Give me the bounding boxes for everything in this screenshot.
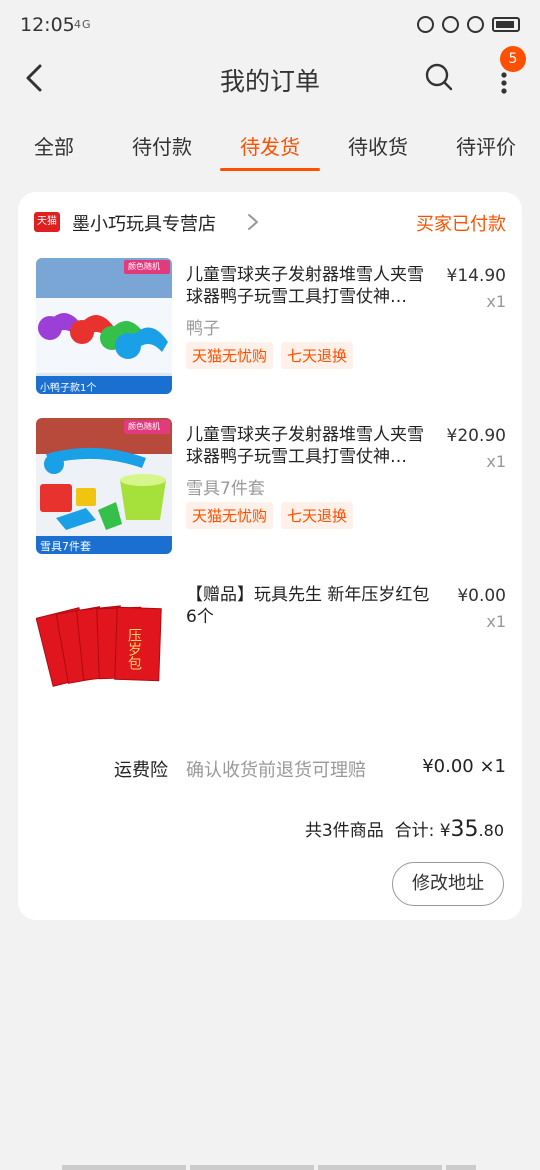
modify-address-button[interactable]: 修改地址 xyxy=(392,862,504,906)
status-bar: 12:05 4G xyxy=(0,0,540,50)
home-indicator xyxy=(190,1165,314,1170)
product-thumbnail[interactable]: 颜色随机 小鸭子款1个 xyxy=(36,258,172,394)
thumb-corner-label: 颜色随机 xyxy=(128,422,160,431)
shop-name[interactable]: 墨小巧玩具专营店 xyxy=(72,210,216,236)
service-tags: 天猫无忧购 七天退换 xyxy=(186,502,354,529)
order-total: 共3件商品 合计: ¥35.80 xyxy=(305,816,504,842)
tab-pending-payment[interactable]: 待付款 xyxy=(108,115,216,173)
order-tabs: 全部 待付款 待发货 待收货 待评价 xyxy=(0,115,540,173)
item-count: 共3件商品 xyxy=(304,821,384,841)
shop-header[interactable]: 天猫 墨小巧玩具专营店 买家已付款 xyxy=(34,210,506,238)
notification-icon xyxy=(417,16,434,33)
home-indicator xyxy=(446,1165,476,1170)
service-tag: 七天退换 xyxy=(281,342,354,369)
order-card[interactable]: 天猫 墨小巧玩具专营店 买家已付款 颜色随机 小鸭子款1个 儿童雪球夹子发射器堆… xyxy=(18,192,522,920)
product-price: ¥14.90 xyxy=(446,266,506,286)
battery-icon xyxy=(492,17,520,32)
total-decimal: .80 xyxy=(478,821,504,840)
product-thumbnail[interactable]: 颜色随机 雪具7件套 xyxy=(36,418,172,554)
insurance-label: 运费险 xyxy=(114,760,168,781)
order-item[interactable]: 颜色随机 小鸭子款1个 儿童雪球夹子发射器堆雪人夹雪球器鸭子玩雪工具打雪仗神… … xyxy=(36,258,506,394)
tmall-badge-icon: 天猫 xyxy=(34,212,60,232)
home-indicator xyxy=(62,1165,186,1170)
total-label: 合计: xyxy=(394,821,435,841)
service-tag: 天猫无忧购 xyxy=(186,502,274,529)
shipping-insurance-row: 运费险 确认收货前退货可理赔 ¥0.00 ×1 xyxy=(36,756,506,784)
thumb-caption: 压岁包 xyxy=(126,628,142,670)
service-tag: 七天退换 xyxy=(281,502,354,529)
signal-indicator: 4G xyxy=(74,18,92,31)
status-icons xyxy=(417,16,520,33)
thumb-caption: 小鸭子款1个 xyxy=(40,383,97,394)
service-tag: 天猫无忧购 xyxy=(186,342,274,369)
thumb-corner-label: 颜色随机 xyxy=(128,262,160,271)
product-title[interactable]: 儿童雪球夹子发射器堆雪人夹雪球器鸭子玩雪工具打雪仗神… xyxy=(186,264,432,308)
product-sku: 雪具7件套 xyxy=(186,479,265,499)
page-title: 我的订单 xyxy=(219,67,320,96)
search-icon[interactable] xyxy=(424,62,454,92)
product-quantity: x1 xyxy=(486,292,506,311)
lock-icon xyxy=(442,16,459,33)
total-integer: 35 xyxy=(450,817,479,842)
home-indicator xyxy=(318,1165,442,1170)
status-time: 12:05 xyxy=(20,14,75,36)
order-status: 买家已付款 xyxy=(416,214,506,235)
product-title[interactable]: 【赠品】玩具先生 新年压岁红包6个 xyxy=(186,584,432,628)
product-title[interactable]: 儿童雪球夹子发射器堆雪人夹雪球器鸭子玩雪工具打雪仗神… xyxy=(186,424,432,468)
tab-pending-shipment[interactable]: 待发货 xyxy=(216,115,324,173)
product-thumbnail[interactable]: 压岁包 xyxy=(36,578,172,714)
order-item[interactable]: 压岁包 【赠品】玩具先生 新年压岁红包6个 ¥0.00 x1 xyxy=(36,578,506,714)
thumb-caption: 雪具7件套 xyxy=(40,540,91,553)
notification-badge: 5 xyxy=(500,46,526,72)
total-currency: ¥ xyxy=(439,821,451,841)
tab-pending-receipt[interactable]: 待收货 xyxy=(324,115,432,173)
order-item[interactable]: 颜色随机 雪具7件套 儿童雪球夹子发射器堆雪人夹雪球器鸭子玩雪工具打雪仗神… 雪… xyxy=(36,418,506,554)
service-tags: 天猫无忧购 七天退换 xyxy=(186,342,354,369)
insurance-value: ¥0.00 ×1 xyxy=(422,756,506,777)
product-quantity: x1 xyxy=(486,612,506,631)
nav-header: 我的订单 5 xyxy=(0,46,540,110)
insurance-description: 确认收货前退货可理赔 xyxy=(186,760,366,781)
product-price: ¥0.00 xyxy=(457,586,506,606)
tab-all[interactable]: 全部 xyxy=(0,115,108,173)
product-quantity: x1 xyxy=(486,452,506,471)
product-price: ¥20.90 xyxy=(446,426,506,446)
chevron-right-icon[interactable] xyxy=(246,212,260,232)
alarm-icon xyxy=(467,16,484,33)
tab-pending-review[interactable]: 待评价 xyxy=(432,115,540,173)
product-sku: 鸭子 xyxy=(186,319,220,339)
